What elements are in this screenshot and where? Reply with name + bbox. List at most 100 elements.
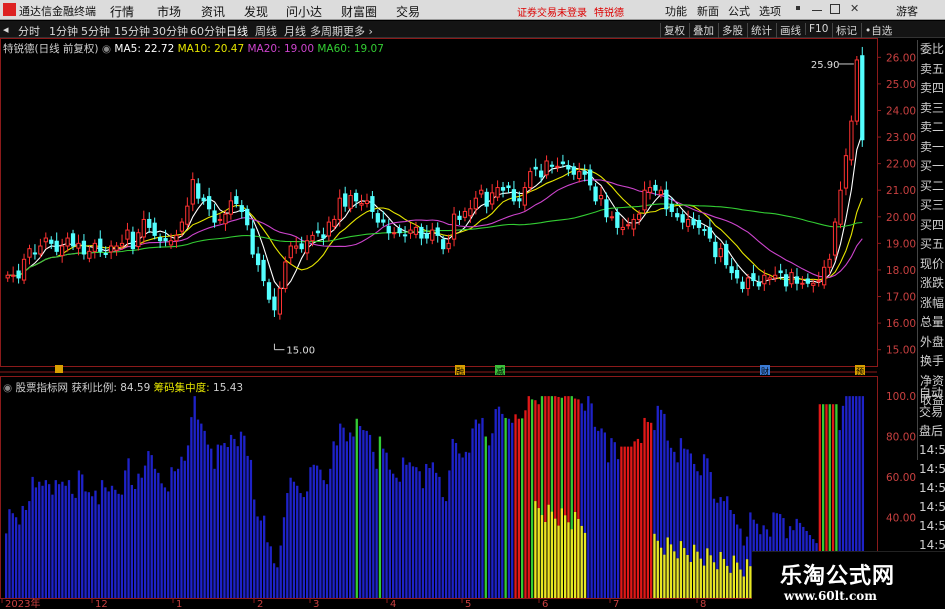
candle-body	[201, 197, 206, 202]
chip-bar	[653, 533, 656, 598]
chip-bar	[560, 508, 564, 598]
candle-body	[566, 165, 571, 170]
indicator-bar	[239, 431, 243, 598]
candle-body	[299, 243, 304, 250]
indicator-bar	[279, 545, 282, 598]
indicator-bar	[435, 472, 438, 598]
tick-item: 盘后	[919, 424, 944, 438]
price-tick-label: 24.00	[886, 105, 916, 117]
indicator-bar	[487, 445, 491, 598]
candle-body	[11, 274, 16, 277]
sidebar-item: 委比	[920, 42, 945, 56]
sidebar-item: 卖一	[920, 139, 945, 154]
candle-body	[364, 200, 370, 204]
indicator-bar	[8, 509, 11, 598]
indicator-bar	[616, 459, 620, 598]
chip-bar	[712, 562, 716, 598]
candle-body	[560, 161, 566, 165]
indicator-bar	[5, 533, 8, 598]
indicator-bar	[140, 477, 143, 598]
indicator-bar	[590, 403, 593, 598]
candle-body	[816, 280, 821, 283]
indicator-bar	[597, 430, 600, 598]
price-tick-label: 16.00	[886, 318, 916, 330]
indicator-bar	[186, 445, 190, 598]
candle-body	[196, 183, 201, 199]
indicator-bar	[342, 427, 345, 598]
candle-body	[636, 213, 642, 220]
candle-body	[353, 192, 359, 202]
indicator-bar	[448, 470, 451, 598]
indicator-bar	[325, 484, 329, 598]
price-tick-label: 22.00	[886, 159, 916, 171]
candle-body	[593, 186, 598, 202]
candle-body	[261, 259, 266, 282]
candle-body	[604, 199, 609, 218]
indicator-bar	[517, 418, 521, 598]
main-frame	[0, 38, 878, 367]
candle-body	[451, 213, 457, 240]
event-marker-label: 减	[496, 366, 504, 376]
event-marker-label: 融	[456, 366, 464, 376]
x-tick-label: 2023年	[5, 597, 40, 609]
candle-body	[43, 237, 48, 243]
chip-bar	[669, 544, 673, 598]
candle-body	[174, 234, 179, 242]
candle-body	[707, 227, 713, 239]
indicator-bar	[398, 481, 401, 598]
indicator-bar	[216, 444, 220, 598]
candle-body	[392, 232, 397, 235]
indicator-bar	[332, 441, 335, 598]
indicator-bar	[269, 546, 272, 598]
price-tick-label: 20.00	[886, 212, 916, 224]
app-window: { "menubar":{"app_title":"通达信金融终端","item…	[0, 0, 945, 609]
indicator-bar	[607, 462, 610, 598]
indicator-bar	[229, 434, 233, 598]
chip-bar	[564, 515, 567, 598]
kline-chart[interactable]: 26.00 25.00 24.00 23.00 22.00 21.00 20.00 19.00…	[0, 0, 917, 609]
indicator-bar	[491, 433, 494, 598]
indicator-bar	[130, 484, 134, 598]
event-marker-label: 预	[856, 366, 864, 376]
indicator-bar	[41, 485, 44, 598]
indicator-bar	[497, 406, 501, 598]
chip-bar	[693, 544, 696, 598]
indicator-bar	[312, 464, 315, 598]
indicator-bar	[67, 480, 71, 598]
indicator-bar	[190, 417, 193, 598]
indicator-bar	[468, 452, 471, 598]
chip-bar	[719, 551, 722, 598]
indicator-bar	[425, 463, 428, 598]
x-tick-label: 4	[390, 599, 396, 609]
candle-body	[168, 240, 174, 246]
candle-body	[386, 225, 391, 234]
candle-body	[789, 272, 794, 285]
indicator-bar	[100, 480, 104, 598]
tick-item: 自动	[919, 386, 944, 400]
watermark: 乐淘公式网 www.60lt.com	[752, 551, 945, 609]
indicator-bar	[94, 490, 97, 598]
candle-body	[647, 187, 653, 193]
chip-bar	[673, 551, 676, 598]
candle-body	[228, 200, 234, 215]
candle-body	[152, 222, 157, 236]
candle-body	[98, 238, 103, 252]
indicator-bar	[415, 467, 418, 598]
x-tick-label: 5	[465, 599, 471, 609]
candle-body	[60, 245, 65, 257]
candle-body	[680, 214, 685, 223]
candle-body	[119, 242, 125, 247]
chip-bar	[580, 525, 583, 598]
candle-body	[343, 193, 348, 207]
indicator-bar	[236, 446, 239, 598]
sidebar-item: 买三	[920, 198, 945, 212]
candle-body	[332, 218, 337, 227]
sidebar-item: 买二	[920, 178, 945, 193]
chip-bar	[745, 559, 749, 598]
candle-body	[675, 213, 680, 218]
candle-body	[32, 252, 38, 255]
indicator-bar	[375, 468, 378, 598]
candle-body	[854, 59, 859, 122]
candle-body	[315, 230, 321, 234]
indicator-bar	[137, 473, 140, 598]
